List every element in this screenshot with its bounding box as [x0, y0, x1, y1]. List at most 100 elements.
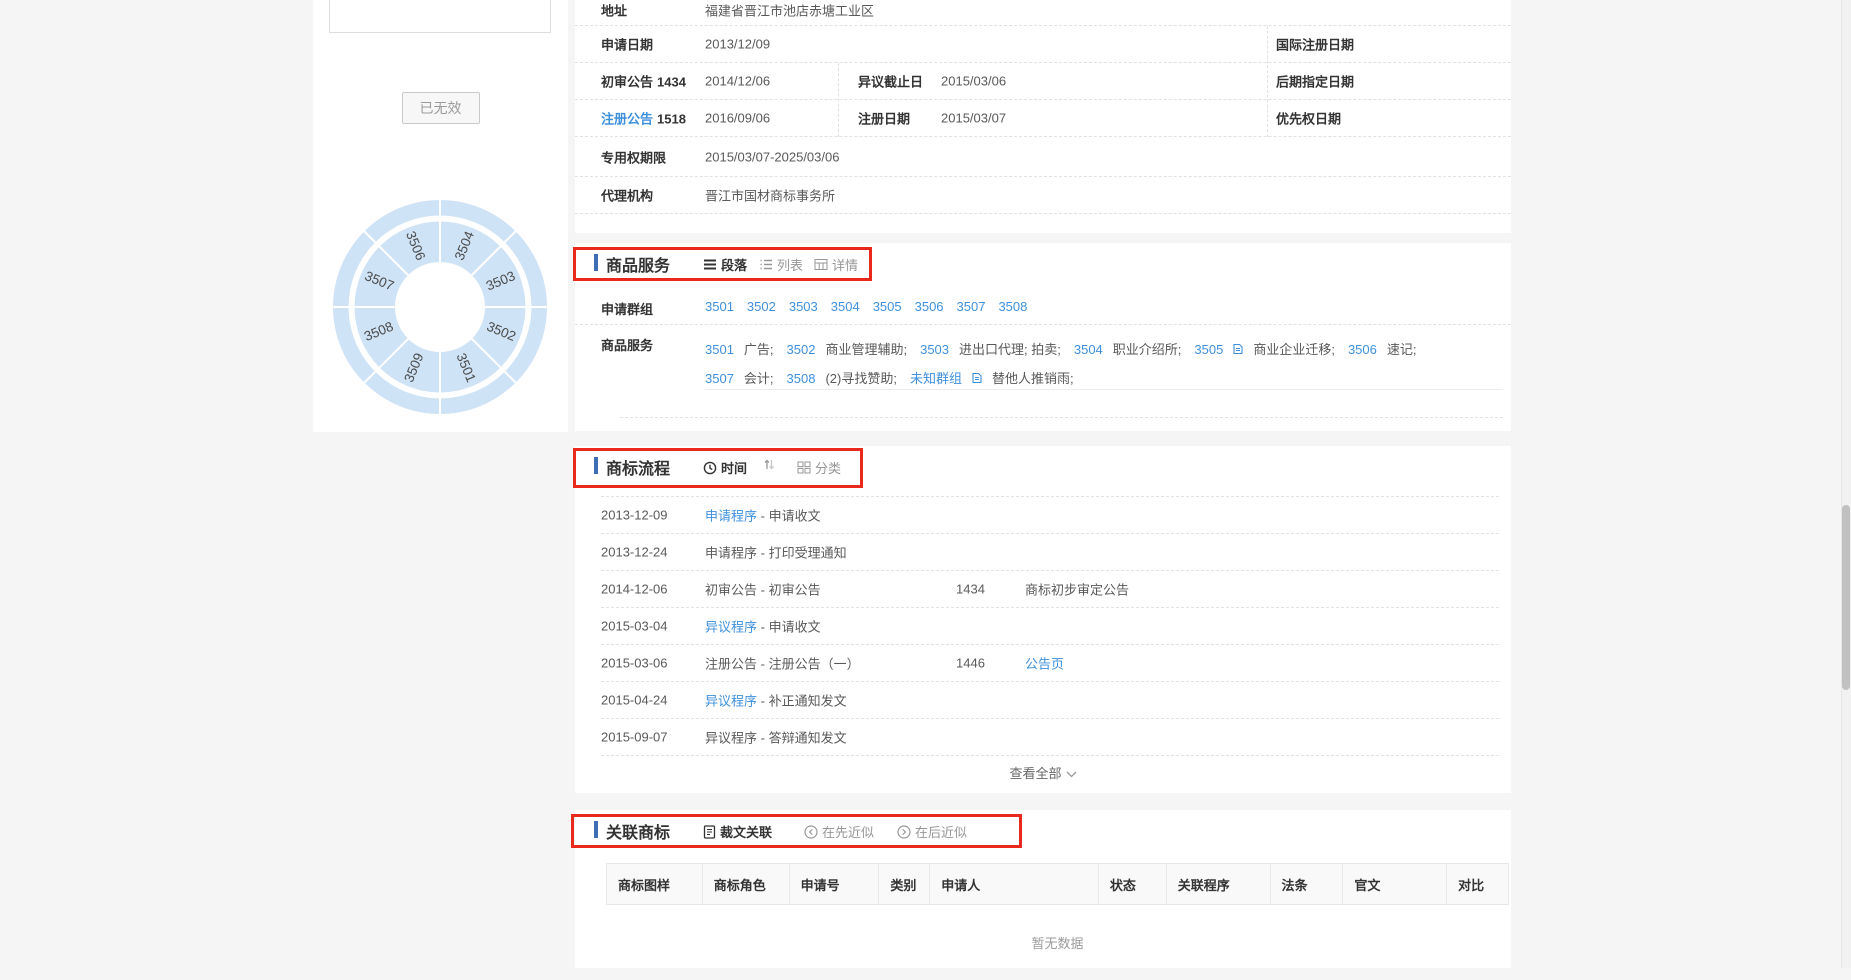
- scrollbar-track[interactable]: [1841, 0, 1851, 968]
- table-header-9: 官文: [1343, 864, 1447, 904]
- priority-date-label: 优先权日期: [1276, 109, 1341, 128]
- flow-date: 2014-12-06: [601, 582, 668, 597]
- address-label: 地址: [601, 1, 627, 20]
- tab-paragraph[interactable]: 段落: [703, 255, 747, 274]
- apply-group-link-3502[interactable]: 3502: [747, 299, 776, 314]
- apply-group-link-3506[interactable]: 3506: [915, 299, 944, 314]
- detail-row-registration-publication: 注册公告1518 2016/09/06 注册日期 2015/03/07 优先权日…: [575, 100, 1511, 137]
- goods-text: 商业企业迁移;: [1253, 342, 1335, 357]
- first-publication-value: 2014/12/06: [705, 74, 770, 89]
- goods-group-link[interactable]: 3502: [787, 342, 816, 357]
- tab-detail[interactable]: 详情: [814, 255, 858, 274]
- table-header-row: 商标图样商标角色申请号类别申请人状态关联程序法条官文对比: [606, 863, 1509, 905]
- goods-line-1: 3501广告;3502商业管理辅助;3503进出口代理; 拍卖;3504职业介绍…: [705, 335, 1505, 364]
- flow-row: 2015-09-07异议程序 - 答辩通知发文: [601, 719, 1499, 756]
- flow-program-link[interactable]: 申请程序: [705, 509, 757, 524]
- apply-group-link-3501[interactable]: 3501: [705, 299, 734, 314]
- circle-left-icon: [804, 825, 818, 839]
- apply-groups-label: 申请群组: [601, 299, 653, 318]
- flow-row: 2014-12-06初审公告 - 初审公告1434商标初步审定公告: [601, 571, 1499, 608]
- tab-list[interactable]: 列表: [759, 255, 803, 274]
- table-header-8: 法条: [1271, 864, 1344, 904]
- tab-category[interactable]: 分类: [797, 458, 841, 477]
- flow-gazette-link[interactable]: 公告页: [1025, 654, 1064, 673]
- goods-services-card: 商品服务 段落 列表 详情 申请群组 350135023503350435053…: [575, 243, 1511, 431]
- flow-description: 申请程序 - 打印受理通知: [705, 543, 847, 562]
- flow-date: 2015-03-06: [601, 656, 668, 671]
- clock-icon: [703, 461, 717, 475]
- goods-group-link[interactable]: 3503: [920, 342, 949, 357]
- tab-later-similar[interactable]: 在后近似: [897, 822, 967, 841]
- address-value: 福建省晋江市池店赤塘工业区: [705, 1, 874, 20]
- document-icon: [703, 825, 716, 839]
- apply-group-link-3508[interactable]: 3508: [998, 299, 1027, 314]
- registration-publication-label: 注册公告1518: [601, 109, 686, 128]
- flow-issue-number: 1446: [956, 656, 985, 671]
- paragraph-icon: [703, 258, 717, 271]
- tab-time[interactable]: 时间: [703, 458, 747, 477]
- goods-text: 会计;: [744, 371, 774, 386]
- goods-group-link[interactable]: 3501: [705, 342, 734, 357]
- goods-services-title: 商品服务: [606, 252, 670, 276]
- section-accent-bar: [594, 457, 598, 474]
- table-header-1: 商标图样: [607, 864, 703, 904]
- first-publication-label: 初审公告1434: [601, 72, 686, 91]
- flow-program-link[interactable]: 异议程序: [705, 620, 757, 635]
- flow-program: 初审公告: [705, 583, 757, 598]
- flow-program: 申请程序: [705, 546, 757, 561]
- attachment-doc-icon: [972, 372, 982, 384]
- flow-program-link[interactable]: 异议程序: [705, 694, 757, 709]
- flow-extra-text: 商标初步审定公告: [1025, 580, 1129, 599]
- table-empty-state: 暂无数据: [606, 905, 1509, 980]
- view-all-button[interactable]: 查看全部: [575, 755, 1511, 793]
- detail-row-agency: 代理机构 晋江市国材商标事务所: [575, 177, 1511, 214]
- scrollbar-thumb[interactable]: [1842, 505, 1850, 690]
- goods-services-label: 商品服务: [601, 335, 653, 354]
- flow-description: 异议程序 - 申请收文: [705, 617, 821, 636]
- column-divider: [1267, 26, 1268, 137]
- goods-text: 职业介绍所;: [1113, 342, 1182, 357]
- column-divider: [838, 63, 839, 137]
- apply-group-link-3504[interactable]: 3504: [831, 299, 860, 314]
- related-trademarks-header: 关联商标 裁文关联 在先近似 在后近似: [575, 810, 1511, 854]
- goods-group-link[interactable]: 3505: [1194, 342, 1223, 357]
- detail-row-exclusive-period: 专用权期限 2015/03/07-2025/03/06: [575, 137, 1511, 177]
- sort-toggle-icon[interactable]: [763, 458, 775, 471]
- apply-groups-links: 3501 3502 3503 3504 3505 3506 3507 3508: [705, 299, 1040, 314]
- trademark-flow-card: 商标流程 时间 分类 2013-12-09申请程序 - 申请收文2013-12-…: [575, 446, 1511, 793]
- trademark-flow-title: 商标流程: [606, 455, 670, 479]
- table-header-6: 状态: [1099, 864, 1167, 904]
- tab-ruling-relation[interactable]: 裁文关联: [703, 822, 772, 841]
- goods-group-link[interactable]: 3507: [705, 371, 734, 386]
- goods-text: 广告;: [744, 342, 774, 357]
- goods-group-link[interactable]: 3504: [1074, 342, 1103, 357]
- registration-date-value: 2015/03/07: [941, 111, 1006, 126]
- related-trademarks-card: 关联商标 裁文关联 在先近似 在后近似 商标图样商标角色申请号类别申请人状态关联…: [575, 810, 1511, 968]
- flow-rows: 2013-12-09申请程序 - 申请收文2013-12-24申请程序 - 打印…: [575, 496, 1511, 756]
- circle-right-icon: [897, 825, 911, 839]
- tab-prior-similar[interactable]: 在先近似: [804, 822, 874, 841]
- list-icon: [759, 258, 773, 271]
- content-divider: [620, 417, 1503, 418]
- apply-group-link-3507[interactable]: 3507: [957, 299, 986, 314]
- flow-program: 注册公告: [705, 657, 757, 672]
- goods-group-link[interactable]: 3508: [787, 371, 816, 386]
- detail-grid-icon: [814, 258, 828, 271]
- trademark-image-box: [329, 0, 551, 33]
- related-trademarks-table: 商标图样商标角色申请号类别申请人状态关联程序法条官文对比 暂无数据: [606, 863, 1509, 980]
- goods-text: 替他人推销雨;: [992, 371, 1074, 386]
- goods-group-link[interactable]: 3506: [1348, 342, 1377, 357]
- goods-group-link[interactable]: 未知群组: [910, 371, 962, 386]
- flow-date: 2015-09-07: [601, 730, 668, 745]
- apply-group-link-3503[interactable]: 3503: [789, 299, 818, 314]
- flow-date: 2015-03-04: [601, 619, 668, 634]
- table-header-2: 商标角色: [703, 864, 790, 904]
- agency-link[interactable]: 晋江市国材商标事务所: [705, 186, 835, 205]
- apply-date-value: 2013/12/09: [705, 37, 770, 52]
- registration-publication-link[interactable]: 注册公告: [601, 112, 653, 127]
- detail-row-first-publication: 初审公告1434 2014/12/06 异议截止日 2015/03/06 后期指…: [575, 63, 1511, 100]
- table-header-10: 对比: [1447, 864, 1508, 904]
- apply-group-link-3505[interactable]: 3505: [873, 299, 902, 314]
- trademark-details-card: 地址 福建省晋江市池店赤塘工业区 申请日期 2013/12/09 国际注册日期 …: [575, 0, 1511, 233]
- goods-services-header: 商品服务 段落 列表 详情: [575, 243, 1511, 287]
